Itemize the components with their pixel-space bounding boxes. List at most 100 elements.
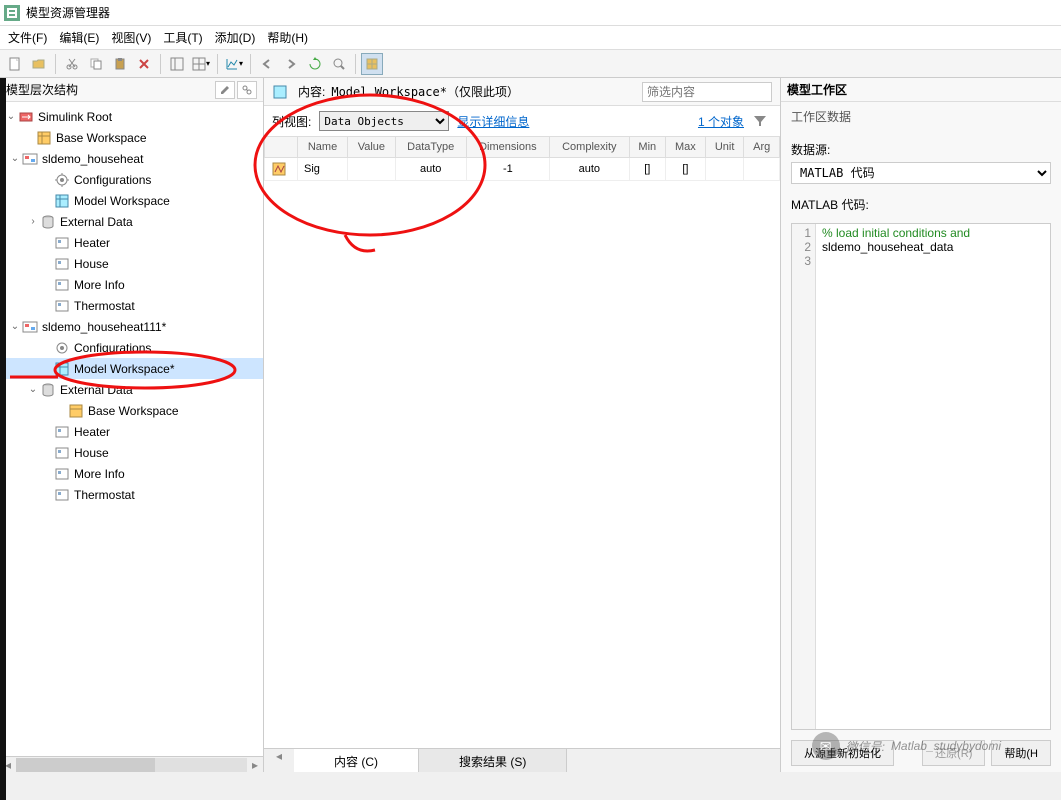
tree-m1-more[interactable]: More Info	[0, 274, 263, 295]
external-data-icon	[40, 214, 56, 230]
col-min[interactable]: Min	[629, 137, 665, 158]
object-count-link[interactable]: 1 个对象	[698, 113, 744, 130]
copy-icon[interactable]	[85, 53, 107, 75]
cell-arg[interactable]	[744, 158, 780, 181]
scrollbar-horizontal[interactable]: ◂ ▸	[0, 756, 263, 772]
link-icon[interactable]	[237, 81, 257, 99]
filter-icon[interactable]	[752, 113, 768, 129]
cell-value[interactable]	[348, 158, 396, 181]
left-edge-strip	[0, 78, 6, 800]
tree-m1-external[interactable]: ›External Data	[0, 211, 263, 232]
tree-m2-external[interactable]: ⌄External Data	[0, 379, 263, 400]
menubar: 文件(F) 编辑(E) 视图(V) 工具(T) 添加(D) 帮助(H)	[0, 26, 1061, 50]
content-label: 内容:	[298, 83, 325, 100]
content-value: Model Workspace*（仅限此项）	[331, 83, 519, 100]
tree-m1-thermo[interactable]: Thermostat	[0, 295, 263, 316]
cell-datatype[interactable]: auto	[395, 158, 466, 181]
col-datatype[interactable]: DataType	[395, 137, 466, 158]
cut-icon[interactable]	[61, 53, 83, 75]
tab-content[interactable]: 内容 (C)	[294, 749, 419, 772]
subsystem-icon	[54, 487, 70, 503]
cell-min[interactable]: []	[629, 158, 665, 181]
code-editor[interactable]: 123 % load initial conditions and sldemo…	[791, 223, 1051, 730]
col-arg[interactable]: Arg	[744, 137, 780, 158]
model-workspace-icon	[54, 361, 70, 377]
hierarchy-tree[interactable]: ⌄Simulink Root Base Workspace ⌄sldemo_ho…	[0, 102, 263, 756]
cell-dimensions[interactable]: -1	[466, 158, 549, 181]
show-details-link[interactable]: 显示详细信息	[457, 113, 529, 130]
window-title: 模型资源管理器	[26, 4, 110, 21]
signal-icon	[271, 161, 287, 177]
revert-button[interactable]: 还原(R)	[922, 740, 985, 766]
external-data-icon	[40, 382, 56, 398]
edit-icon[interactable]	[215, 81, 235, 99]
tree-m1-house[interactable]: House	[0, 253, 263, 274]
col-name[interactable]: Name	[298, 137, 348, 158]
subsystem-icon	[54, 235, 70, 251]
cell-max[interactable]: []	[665, 158, 705, 181]
tree-m1-config[interactable]: Configurations	[0, 169, 263, 190]
data-table[interactable]: Name Value DataType Dimensions Complexit…	[264, 136, 780, 748]
menu-file[interactable]: 文件(F)	[8, 29, 47, 46]
table-row[interactable]: Sig auto -1 auto [] []	[265, 158, 780, 181]
grid-icon[interactable]	[361, 53, 383, 75]
menu-help[interactable]: 帮助(H)	[267, 29, 308, 46]
cell-complexity[interactable]: auto	[549, 158, 629, 181]
col-complexity[interactable]: Complexity	[549, 137, 629, 158]
paste-icon[interactable]	[109, 53, 131, 75]
subsystem-icon	[54, 298, 70, 314]
datasource-select[interactable]: MATLAB 代码	[791, 162, 1051, 184]
window-titlebar: 模型资源管理器	[0, 0, 1061, 26]
filter-input[interactable]	[642, 82, 772, 102]
tree-m1-heater[interactable]: Heater	[0, 232, 263, 253]
code-label: MATLAB 代码:	[791, 198, 869, 212]
help-button[interactable]: 帮助(H	[991, 740, 1051, 766]
gear-icon	[54, 172, 70, 188]
model-icon	[22, 151, 38, 167]
cell-name[interactable]: Sig	[298, 158, 348, 181]
plot-icon[interactable]: ▾	[223, 53, 245, 75]
colview-label: 列视图:	[272, 113, 311, 130]
tree-m2-workspace[interactable]: Model Workspace*	[0, 358, 263, 379]
hierarchy-panel: 模型层次结构 ⌄Simulink Root Base Workspace ⌄sl…	[0, 78, 264, 772]
code-content[interactable]: % load initial conditions and sldemo_hou…	[816, 224, 1050, 729]
hierarchy-title: 模型层次结构	[6, 81, 78, 98]
tree-model2[interactable]: ⌄sldemo_househeat111*	[0, 316, 263, 337]
cell-unit[interactable]	[705, 158, 743, 181]
model-icon	[22, 319, 38, 335]
content-icon	[272, 84, 288, 100]
subsystem-icon	[54, 424, 70, 440]
tree-base-workspace[interactable]: Base Workspace	[0, 127, 263, 148]
layout1-icon[interactable]	[166, 53, 188, 75]
layout2-icon[interactable]: ▾	[190, 53, 212, 75]
tab-search[interactable]: 搜索结果 (S)	[419, 749, 567, 772]
tree-root[interactable]: ⌄Simulink Root	[0, 106, 263, 127]
menu-tools[interactable]: 工具(T)	[163, 29, 202, 46]
workspace-section-label: 工作区数据	[791, 108, 1051, 125]
col-max[interactable]: Max	[665, 137, 705, 158]
forward-icon[interactable]	[280, 53, 302, 75]
menu-view[interactable]: 视图(V)	[111, 29, 151, 46]
colview-select[interactable]: Data Objects	[319, 111, 449, 131]
tree-m2-more[interactable]: More Info	[0, 463, 263, 484]
tree-m2-config[interactable]: Configurations	[0, 337, 263, 358]
delete-icon[interactable]	[133, 53, 155, 75]
open-icon[interactable]	[28, 53, 50, 75]
tree-m2-heater[interactable]: Heater	[0, 421, 263, 442]
tree-model1[interactable]: ⌄sldemo_househeat	[0, 148, 263, 169]
tree-m2-house[interactable]: House	[0, 442, 263, 463]
find-icon[interactable]	[328, 53, 350, 75]
model-workspace-icon	[54, 193, 70, 209]
tree-m2-thermo[interactable]: Thermostat	[0, 484, 263, 505]
refresh-icon[interactable]	[304, 53, 326, 75]
back-icon[interactable]	[256, 53, 278, 75]
col-dimensions[interactable]: Dimensions	[466, 137, 549, 158]
col-unit[interactable]: Unit	[705, 137, 743, 158]
tree-m2-basews[interactable]: Base Workspace	[0, 400, 263, 421]
menu-add[interactable]: 添加(D)	[215, 29, 256, 46]
tree-m1-workspace[interactable]: Model Workspace	[0, 190, 263, 211]
col-value[interactable]: Value	[348, 137, 396, 158]
menu-edit[interactable]: 编辑(E)	[59, 29, 99, 46]
reinit-button[interactable]: 从源重新初始化	[791, 740, 894, 766]
new-icon[interactable]	[4, 53, 26, 75]
